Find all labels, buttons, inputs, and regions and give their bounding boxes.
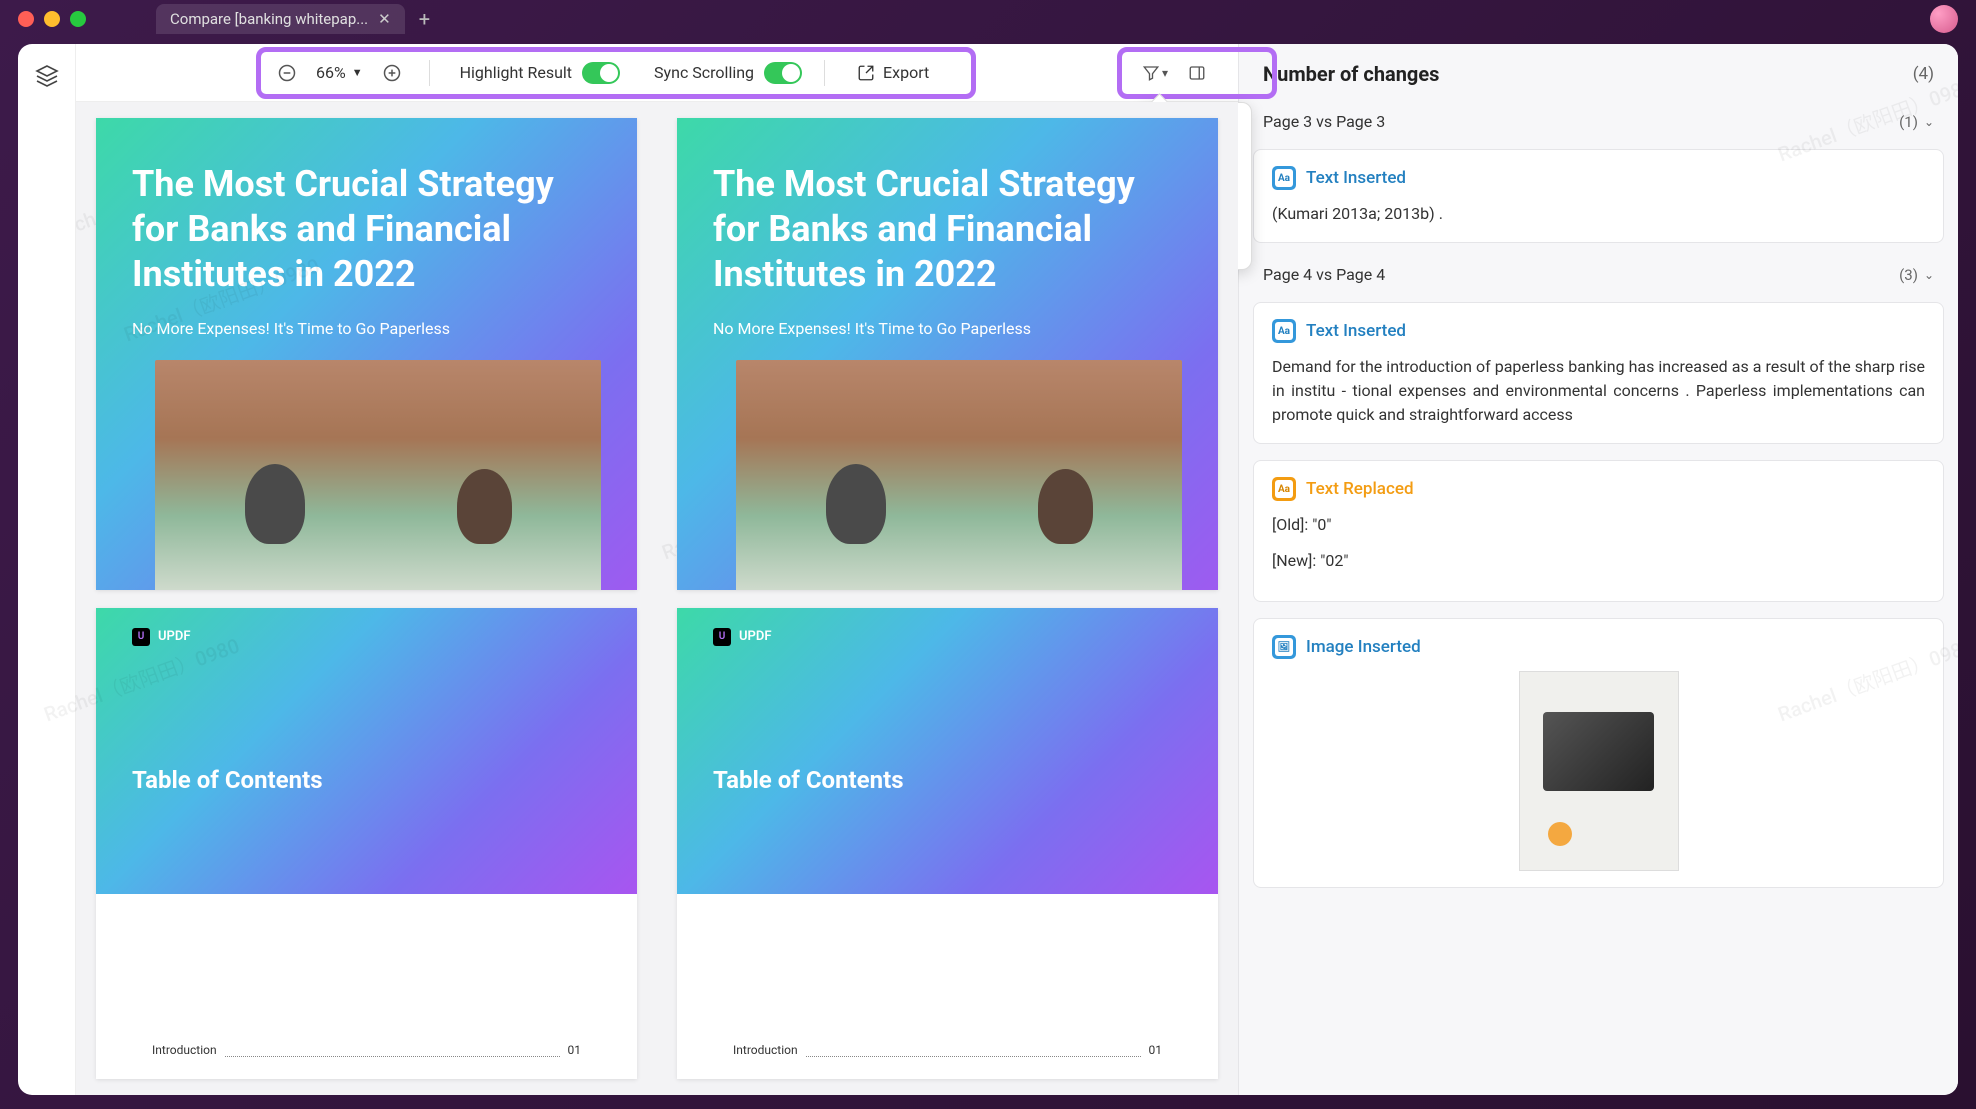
left-rail — [18, 44, 76, 1095]
chevron-down-icon: ▾ — [1162, 66, 1168, 80]
updf-label: UPDF — [158, 629, 191, 644]
divider — [824, 60, 825, 86]
cover-title: The Most Crucial Strategy for Banks and … — [132, 162, 601, 297]
new-tab-button[interactable]: + — [419, 7, 430, 31]
toc-item-label: Introduction — [733, 1043, 798, 1057]
toc-row: Introduction 01 — [132, 1031, 601, 1069]
chevron-down-icon: ▼ — [352, 66, 363, 79]
group-title: Page 3 vs Page 3 — [1263, 112, 1385, 131]
group-count: (1) — [1899, 113, 1918, 131]
close-icon[interactable]: ✕ — [378, 10, 391, 28]
changes-panel: Rachel（欧阳田）0980 Rachel（欧阳田）0980 Rachel（欧… — [1238, 44, 1958, 1095]
page-thumbnail[interactable]: The Most Crucial Strategy for Banks and … — [677, 118, 1218, 590]
change-type-label: Text Inserted — [1306, 168, 1406, 188]
chevron-down-icon: ⌄ — [1924, 268, 1934, 282]
text-inserted-icon: Aa — [1272, 166, 1296, 190]
filter-icon — [1142, 64, 1160, 82]
toc-item-label: Introduction — [152, 1043, 217, 1057]
group-title: Page 4 vs Page 4 — [1263, 265, 1385, 284]
old-value: [Old]: "0" — [1272, 513, 1925, 537]
avatar[interactable] — [1930, 5, 1958, 33]
export-icon — [857, 64, 875, 82]
zoom-in-button[interactable] — [377, 58, 407, 88]
zoom-out-button[interactable] — [272, 58, 302, 88]
change-type-label: Image Inserted — [1306, 637, 1421, 657]
chevron-down-icon: ⌄ — [1924, 115, 1934, 129]
page-thumbnail[interactable]: The Most Crucial Strategy for Banks and … — [96, 118, 637, 590]
page-thumbnail[interactable]: U UPDF Table of Contents Introduction 01 — [677, 608, 1218, 1080]
export-button[interactable]: Export — [847, 57, 939, 88]
cover-image — [155, 360, 601, 590]
filter-button[interactable]: ▾ — [1140, 58, 1170, 88]
text-replaced-icon: Aa — [1272, 477, 1296, 501]
toc-title: Table of Contents — [132, 766, 601, 794]
cover-title: The Most Crucial Strategy for Banks and … — [713, 162, 1182, 297]
toolbar: 66% ▼ Highlight Result Sync Scrolling Ex — [76, 44, 1238, 102]
panel-title: Number of changes — [1263, 62, 1439, 86]
window-maximize-button[interactable] — [70, 11, 86, 27]
toc-title: Table of Contents — [713, 766, 1182, 794]
highlight-result-label: Highlight Result — [460, 63, 572, 82]
toc-row: Introduction 01 — [713, 1031, 1182, 1069]
toc-item-page: 01 — [568, 1043, 582, 1057]
zoom-select[interactable]: 66% ▼ — [310, 59, 369, 86]
window-minimize-button[interactable] — [44, 11, 60, 27]
change-body: (Kumari 2013a; 2013b) . — [1272, 202, 1925, 226]
change-body: Demand for the introduction of paperless… — [1272, 355, 1925, 427]
new-value: [New]: "02" — [1272, 549, 1925, 573]
change-group-header[interactable]: Page 3 vs Page 3 (1) ⌄ — [1239, 100, 1958, 143]
change-group-header[interactable]: Page 4 vs Page 4 (3) ⌄ — [1239, 253, 1958, 296]
change-card-text-inserted[interactable]: Aa Text Inserted Demand for the introduc… — [1253, 302, 1944, 444]
change-card-text-replaced[interactable]: Aa Text Replaced [Old]: "0" [New]: "02" — [1253, 460, 1944, 602]
updf-label: UPDF — [739, 629, 772, 644]
export-label: Export — [883, 63, 929, 82]
sync-scrolling-label: Sync Scrolling — [654, 63, 754, 82]
highlight-result-toggle[interactable] — [582, 62, 620, 84]
text-inserted-icon: Aa — [1272, 319, 1296, 343]
group-count: (3) — [1899, 266, 1918, 284]
toggle-panel-button[interactable] — [1182, 58, 1212, 88]
change-type-label: Text Replaced — [1306, 479, 1414, 499]
inserted-image-thumbnail — [1519, 671, 1679, 871]
sync-scrolling-toggle[interactable] — [764, 62, 802, 84]
change-card-image-inserted[interactable]: 🖼 Image Inserted — [1253, 618, 1944, 888]
divider — [429, 60, 430, 86]
tab-title: Compare [banking whitepap... — [170, 10, 368, 28]
page-thumbnail[interactable]: U UPDF Table of Contents Introduction 01 — [96, 608, 637, 1080]
zoom-value: 66% — [316, 63, 346, 82]
change-card-text-inserted[interactable]: Aa Text Inserted (Kumari 2013a; 2013b) . — [1253, 149, 1944, 243]
panel-total-count: (4) — [1913, 64, 1934, 84]
cover-image — [736, 360, 1182, 590]
document-left[interactable]: The Most Crucial Strategy for Banks and … — [76, 102, 657, 1095]
updf-logo-icon: U — [132, 628, 150, 646]
image-inserted-icon: 🖼 — [1272, 635, 1296, 659]
cover-subtitle: No More Expenses! It's Time to Go Paperl… — [132, 319, 601, 338]
updf-logo-icon: U — [713, 628, 731, 646]
panel-icon — [1188, 64, 1206, 82]
toc-item-page: 01 — [1149, 1043, 1163, 1057]
document-right[interactable]: The Most Crucial Strategy for Banks and … — [657, 102, 1238, 1095]
change-type-label: Text Inserted — [1306, 321, 1406, 341]
window-close-button[interactable] — [18, 11, 34, 27]
cover-subtitle: No More Expenses! It's Time to Go Paperl… — [713, 319, 1182, 338]
browser-tab[interactable]: Compare [banking whitepap... ✕ — [156, 4, 405, 34]
layers-icon[interactable] — [35, 64, 59, 88]
